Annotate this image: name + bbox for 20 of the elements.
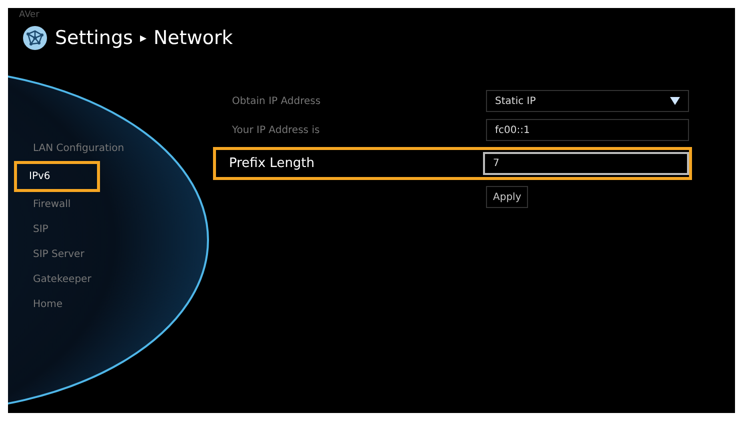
caret-icon: [670, 97, 680, 105]
apply-button[interactable]: Apply: [486, 186, 528, 208]
sidebar-item[interactable]: LAN Configuration: [8, 139, 214, 158]
page-title: Settings: [55, 27, 133, 49]
sidebar-item[interactable]: Gatekeeper: [8, 270, 214, 289]
dropdown[interactable]: Static IP: [486, 90, 689, 112]
sidebar-item[interactable]: SIP Server: [8, 245, 214, 264]
sidebar-item[interactable]: IPv6: [14, 161, 100, 192]
field-label: Prefix Length: [228, 156, 316, 171]
field-label: Obtain IP Address: [231, 96, 322, 106]
brand-logo-text: AVer: [18, 9, 40, 21]
field-label: Your IP Address is: [231, 124, 321, 136]
section-title: Network: [153, 27, 233, 49]
sidebar-item[interactable]: Home: [8, 295, 214, 314]
globe-icon: [22, 25, 48, 51]
input-field[interactable]: 7: [483, 152, 689, 175]
sidebar-item[interactable]: Firewall: [8, 195, 214, 214]
breadcrumb-separator: ▸: [140, 30, 146, 46]
sidebar-item[interactable]: SIP: [8, 220, 214, 239]
input-field[interactable]: fc00::1: [486, 119, 689, 141]
